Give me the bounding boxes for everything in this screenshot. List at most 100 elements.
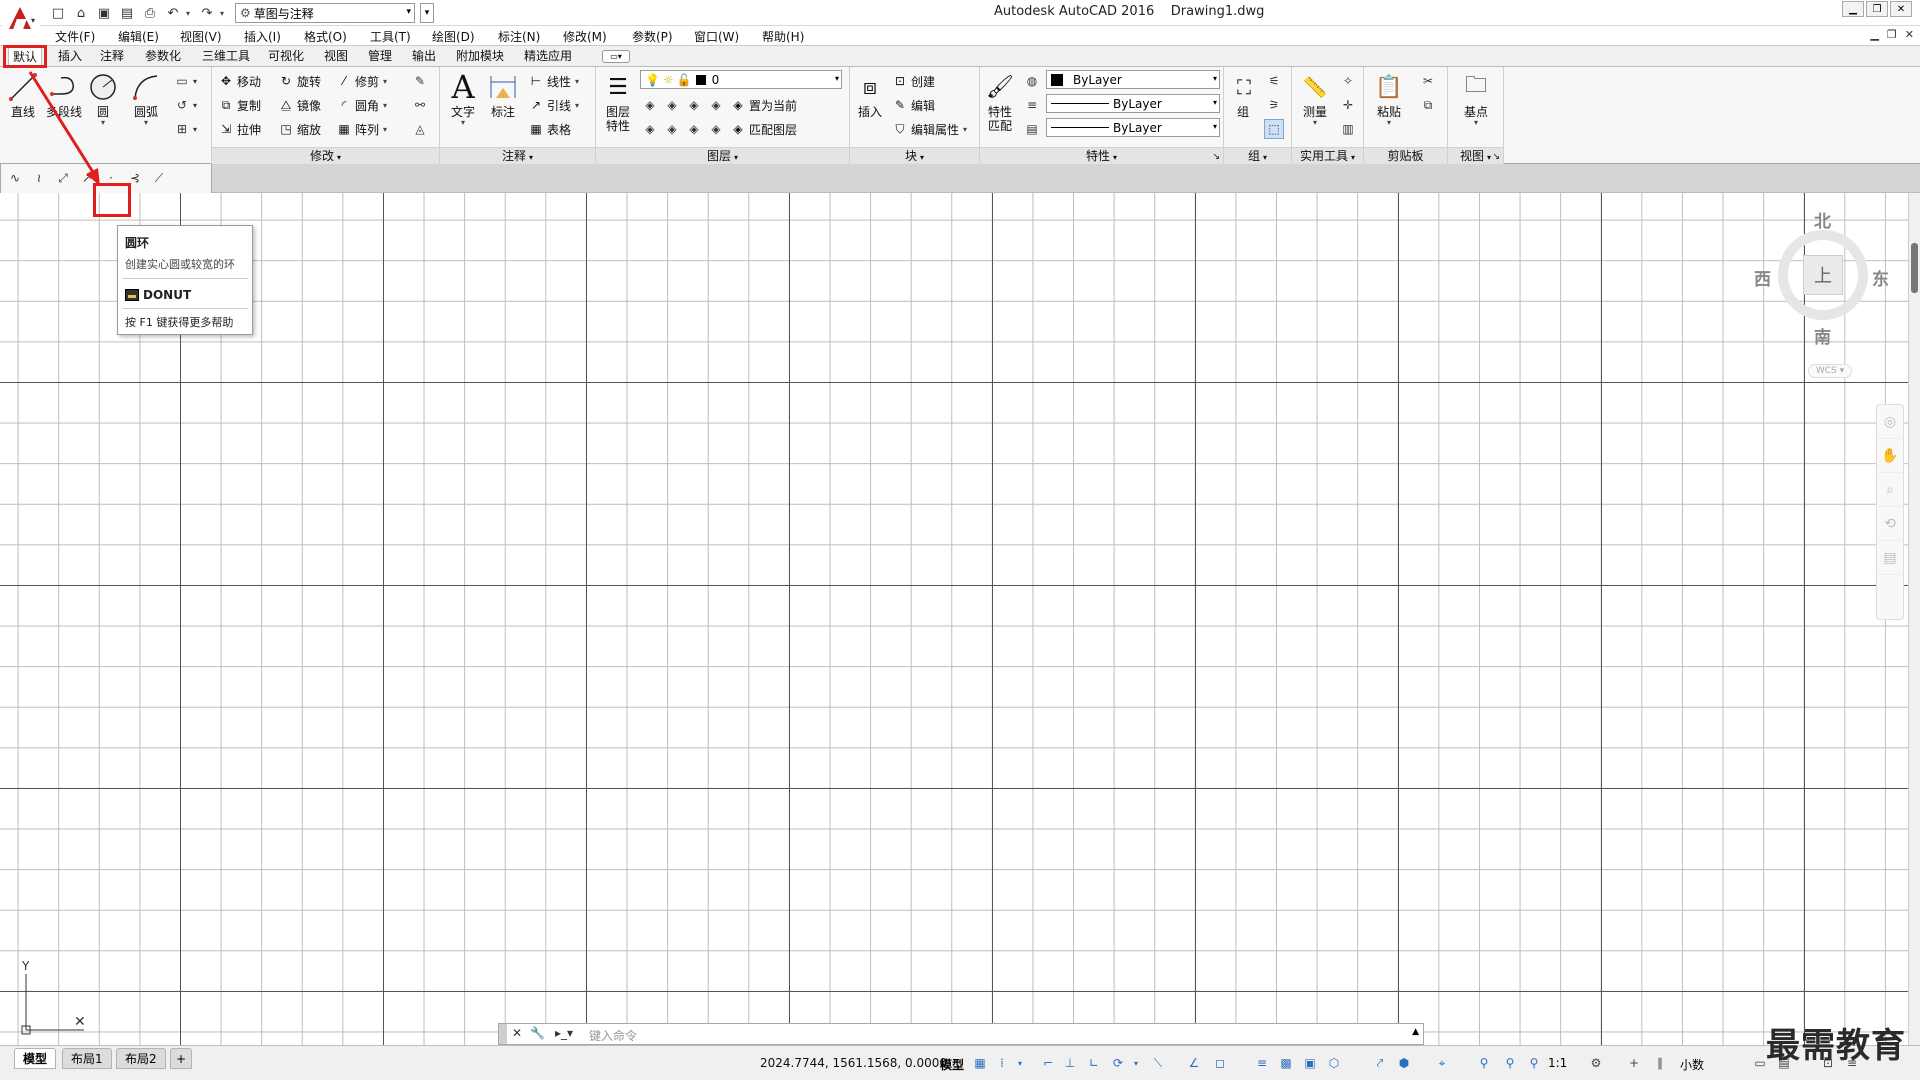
menu-tools[interactable]: 工具(T) bbox=[370, 28, 411, 45]
copy-button[interactable]: ⧉ 复制 bbox=[218, 95, 261, 115]
xline-icon[interactable]: ⤢ bbox=[53, 168, 73, 188]
annotation-visibility-icon[interactable]: ⚲ bbox=[1476, 1055, 1492, 1071]
viewcube[interactable]: 上 北 南 西 东 bbox=[1754, 205, 1889, 385]
polyline-button[interactable]: 多段线 bbox=[44, 71, 84, 119]
menu-window[interactable]: 窗口(W) bbox=[694, 28, 739, 45]
chevron-down-icon[interactable]: ▾ bbox=[190, 71, 200, 91]
redo-dropdown-icon[interactable]: ▾ bbox=[220, 9, 228, 18]
boundary-icon[interactable]: ⊞ bbox=[172, 119, 192, 139]
annotation-scale-select[interactable]: 1:1 bbox=[1548, 1056, 1567, 1070]
tab-3d-tools[interactable]: 三维工具 bbox=[198, 46, 254, 67]
undo-dropdown-icon[interactable]: ▾ bbox=[186, 9, 194, 18]
layer-select[interactable]: 💡 ☼ 🔓 0 ▾ bbox=[640, 70, 842, 89]
command-line[interactable]: ✕ 🔧 ▸_▾ 键入命令 ▲ bbox=[498, 1023, 1424, 1045]
units-select[interactable]: 小数 bbox=[1680, 1056, 1704, 1073]
layout-tab-1[interactable]: 布局1 bbox=[62, 1048, 112, 1069]
infer-constraints-icon[interactable]: ⌐ bbox=[1040, 1055, 1056, 1071]
viewcube-face-top[interactable]: 上 bbox=[1803, 255, 1843, 295]
save-icon[interactable]: ▣ bbox=[94, 3, 114, 23]
coordinate-readout[interactable]: 2024.7744, 1561.1568, 0.0000 bbox=[760, 1056, 947, 1070]
ungroup-icon[interactable]: ⚟ bbox=[1264, 71, 1284, 91]
isodraft-icon[interactable]: ⟍ bbox=[1150, 1055, 1166, 1071]
doc-minimize-icon[interactable]: ▁ bbox=[1870, 28, 1878, 41]
command-input[interactable]: 键入命令 bbox=[589, 1027, 637, 1044]
menu-draw[interactable]: 绘图(D) bbox=[432, 28, 475, 45]
layer-tool-icon[interactable]: ◈ bbox=[640, 95, 660, 115]
create-block-button[interactable]: ⊡ 创建 bbox=[892, 71, 935, 91]
trim-button[interactable]: ⁄ 修剪 ▾ bbox=[336, 71, 387, 91]
tab-view[interactable]: 视图 bbox=[320, 46, 352, 67]
menu-view[interactable]: 视图(V) bbox=[180, 28, 222, 45]
scale-button[interactable]: ◳ 缩放 bbox=[278, 119, 321, 139]
tab-visualize[interactable]: 可视化 bbox=[264, 46, 308, 67]
array-button[interactable]: ▦ 阵列 ▾ bbox=[336, 119, 387, 139]
save-as-icon[interactable]: ▤ bbox=[117, 3, 137, 23]
redo-icon[interactable]: ↷ bbox=[197, 3, 217, 23]
drawing-canvas[interactable] bbox=[0, 193, 1908, 1045]
compass-west[interactable]: 西 bbox=[1754, 265, 1771, 290]
dialog-launcher-icon[interactable]: ↘ bbox=[1212, 149, 1220, 165]
qat-customize-button[interactable]: ▾ bbox=[420, 3, 434, 23]
erase-icon[interactable]: ✎ bbox=[410, 71, 430, 91]
table-button[interactable]: ▦ 表格 bbox=[528, 119, 571, 139]
pan-icon[interactable]: ✋ bbox=[1877, 439, 1903, 473]
tab-annotate[interactable]: 注释 bbox=[96, 46, 128, 67]
insert-block-button[interactable]: ⧈ 插入 bbox=[852, 71, 888, 120]
panel-title-view[interactable]: 视图 ▾ ↘ bbox=[1448, 147, 1503, 164]
recent-commands-icon[interactable]: ▸_▾ bbox=[555, 1026, 573, 1040]
spline-icon[interactable]: ∿ bbox=[5, 168, 25, 188]
auto-scale-icon[interactable]: ⚲ bbox=[1502, 1055, 1518, 1071]
transparency-display-icon[interactable]: ▩ bbox=[1278, 1055, 1294, 1071]
lineweight-icon[interactable]: ≡ bbox=[1022, 95, 1042, 115]
transparency-icon[interactable]: ▤ bbox=[1022, 119, 1042, 139]
application-menu-button[interactable]: ▾ bbox=[2, 0, 40, 40]
rotate-button[interactable]: ↻ 旋转 bbox=[278, 71, 321, 91]
doc-close-icon[interactable]: ✕ bbox=[1905, 28, 1914, 41]
layer-tool-icon[interactable]: ◈ bbox=[706, 95, 726, 115]
point-icon[interactable]: ✛ bbox=[1338, 95, 1358, 115]
move-button[interactable]: ✥ 移动 bbox=[218, 71, 261, 91]
close-button[interactable]: ✕ bbox=[1890, 1, 1912, 17]
close-icon[interactable]: ✕ bbox=[512, 1026, 522, 1040]
minimize-button[interactable]: ▁ bbox=[1842, 1, 1864, 17]
linetype-select[interactable]: ByLayer ▾ bbox=[1046, 94, 1220, 113]
add-layout-button[interactable]: + bbox=[170, 1048, 193, 1069]
layout-tab-model[interactable]: 模型 bbox=[14, 1048, 57, 1069]
edit-attributes-button[interactable]: ⛉ 编辑属性 ▾ bbox=[892, 119, 967, 139]
measure-point-icon[interactable]: ⟋ bbox=[149, 168, 169, 188]
compass-east[interactable]: 东 bbox=[1872, 265, 1889, 290]
orbit-icon[interactable]: ⟲ bbox=[1877, 507, 1903, 541]
cut-icon[interactable]: ✂ bbox=[1418, 71, 1438, 91]
selection-cycling-icon[interactable]: ▣ bbox=[1302, 1055, 1318, 1071]
gizmo-icon[interactable]: ⌖ bbox=[1434, 1055, 1450, 1071]
menu-parametric[interactable]: 参数(P) bbox=[632, 28, 673, 45]
line-button[interactable]: 直线 bbox=[4, 71, 42, 119]
hatch-icon[interactable]: ↺ bbox=[172, 95, 192, 115]
grid-icon[interactable]: ▦ bbox=[972, 1055, 988, 1071]
panel-title-block[interactable]: 块 ▾ bbox=[850, 147, 979, 164]
menu-modify[interactable]: 修改(M) bbox=[563, 28, 607, 45]
dynamic-ucs-icon[interactable]: ⤤ bbox=[1372, 1055, 1388, 1071]
panel-title-properties[interactable]: 特性 ▾ ↘ bbox=[980, 147, 1223, 164]
menu-file[interactable]: 文件(F) bbox=[55, 28, 95, 45]
linear-button[interactable]: ⊢ 线性 ▾ bbox=[528, 71, 579, 91]
color-select[interactable]: ByLayer ▾ bbox=[1046, 70, 1220, 89]
steering-wheel-icon[interactable]: ◎ bbox=[1877, 405, 1903, 439]
layer-properties-button[interactable]: ☰ 图层 特性 bbox=[600, 71, 636, 134]
tab-addins[interactable]: 附加模块 bbox=[452, 46, 508, 67]
stretch-button[interactable]: ⇲ 拉伸 bbox=[218, 119, 261, 139]
explode-icon[interactable]: ⚯ bbox=[410, 95, 430, 115]
polar-icon[interactable]: ⟳ bbox=[1110, 1055, 1126, 1071]
layer-tool-icon[interactable]: ◈ bbox=[662, 119, 682, 139]
mirror-button[interactable]: ⧋ 镜像 bbox=[278, 95, 321, 115]
panel-title-annotation[interactable]: 注释 ▾ bbox=[440, 147, 595, 164]
chevron-up-icon[interactable]: ▲ bbox=[1412, 1027, 1419, 1037]
match-properties-button[interactable]: 🖌 特性 匹配 bbox=[982, 71, 1018, 134]
panel-title-modify[interactable]: 修改 ▾ bbox=[212, 147, 439, 164]
panel-title-groups[interactable]: 组 ▾ bbox=[1224, 147, 1291, 164]
wcs-menu[interactable]: WCS ▾ bbox=[1808, 364, 1852, 378]
spline-cv-icon[interactable]: ≀ bbox=[29, 168, 49, 188]
layer-tool-icon[interactable]: ◈ bbox=[684, 119, 704, 139]
menu-edit[interactable]: 编辑(E) bbox=[118, 28, 159, 45]
layer-tool-icon[interactable]: ◈ bbox=[662, 95, 682, 115]
